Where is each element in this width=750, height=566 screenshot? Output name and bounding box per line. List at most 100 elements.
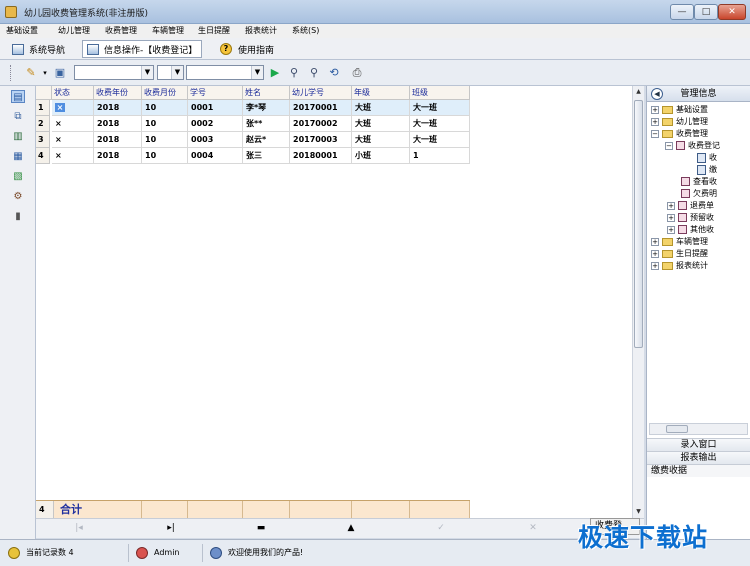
column-header-name[interactable]: 姓名 bbox=[243, 86, 290, 100]
menu-vehicle-management[interactable]: 车辆管理 bbox=[152, 25, 184, 36]
class-cell[interactable]: 大一班 bbox=[410, 100, 470, 116]
refresh-icon[interactable]: ⟲ bbox=[327, 66, 341, 80]
cancel-record-icon[interactable]: ✕ bbox=[526, 522, 540, 535]
column-header-grade[interactable]: 年级 bbox=[352, 86, 410, 100]
first-record-icon[interactable]: |◂ bbox=[72, 522, 86, 535]
year-cell[interactable]: 2018 bbox=[94, 116, 142, 132]
name-cell[interactable]: 李*琴 bbox=[243, 100, 290, 116]
status-cell[interactable]: × bbox=[52, 148, 94, 164]
tree-node-birthday-reminder[interactable]: + 生日提醒 bbox=[651, 248, 708, 260]
last-record-icon[interactable]: ▸| bbox=[164, 522, 178, 535]
menu-child-management[interactable]: 幼儿管理 bbox=[58, 25, 90, 36]
menu-basic-settings[interactable]: 基础设置 bbox=[6, 25, 38, 36]
column-header-status[interactable]: 状态 bbox=[52, 86, 94, 100]
month-cell[interactable]: 10 bbox=[142, 148, 188, 164]
child-id-cell[interactable]: 20180001 bbox=[290, 148, 352, 164]
tree-node-report-stats[interactable]: + 报表统计 bbox=[651, 260, 708, 272]
tools-icon[interactable]: ⚙ bbox=[11, 190, 25, 203]
month-cell[interactable]: 10 bbox=[142, 132, 188, 148]
name-cell[interactable]: 张** bbox=[243, 116, 290, 132]
filter-combo-2[interactable]: ▼ bbox=[157, 65, 184, 80]
column-header-month[interactable]: 收费月份 bbox=[142, 86, 188, 100]
tree-node-receipt[interactable]: 收 bbox=[697, 152, 717, 164]
report-output-button[interactable]: 报表输出 bbox=[647, 451, 750, 464]
grid-view-icon[interactable]: ▤ bbox=[11, 90, 25, 103]
close-button[interactable]: ✕ bbox=[718, 4, 746, 20]
child-id-cell[interactable]: 20170001 bbox=[290, 100, 352, 116]
tab-info-operation[interactable]: 信息操作-【收费登记】 bbox=[82, 40, 203, 58]
maximize-button[interactable]: □ bbox=[694, 4, 718, 20]
grid-vertical-scrollbar[interactable]: ▲ ▼ bbox=[632, 86, 644, 518]
tree-horizontal-scrollbar[interactable] bbox=[649, 423, 748, 435]
play-icon[interactable]: ▶ bbox=[268, 66, 282, 80]
preview-icon[interactable]: ▣ bbox=[53, 66, 67, 80]
column-header-child-id[interactable]: 幼儿学号 bbox=[290, 86, 352, 100]
book-icon[interactable]: ▥ bbox=[11, 130, 25, 143]
help-guide-button[interactable]: ? 使用指南 bbox=[220, 40, 274, 58]
chart-icon[interactable]: ▧ bbox=[11, 170, 25, 183]
filter-combo-3[interactable]: ▼ bbox=[186, 65, 264, 80]
name-cell[interactable]: 张三 bbox=[243, 148, 290, 164]
child-id-cell[interactable]: 20170002 bbox=[290, 116, 352, 132]
student-id-cell[interactable]: 0002 bbox=[188, 116, 243, 132]
scroll-down-icon[interactable]: ▼ bbox=[633, 506, 644, 518]
status-cell[interactable]: × bbox=[52, 116, 94, 132]
month-cell[interactable]: 10 bbox=[142, 100, 188, 116]
tree-node-vehicle-management[interactable]: + 车辆管理 bbox=[651, 236, 708, 248]
year-cell[interactable]: 2018 bbox=[94, 132, 142, 148]
column-header-year[interactable]: 收费年份 bbox=[94, 86, 142, 100]
tree-node-arrears[interactable]: 欠费明 bbox=[681, 188, 717, 200]
menu-system[interactable]: 系统(S) bbox=[292, 25, 319, 36]
tree-icon[interactable]: ⧉ bbox=[11, 110, 25, 123]
class-cell[interactable]: 大一班 bbox=[410, 116, 470, 132]
class-cell[interactable]: 大一班 bbox=[410, 132, 470, 148]
grade-cell[interactable]: 大班 bbox=[352, 132, 410, 148]
scrollbar-thumb[interactable] bbox=[666, 425, 688, 433]
tree-node-view-fees[interactable]: 查看收 bbox=[681, 176, 717, 188]
scrollbar-thumb[interactable] bbox=[634, 100, 643, 348]
tree-node-fee-registration[interactable]: − 收费登记 bbox=[665, 140, 720, 152]
entry-window-button[interactable]: 录入窗口 bbox=[647, 438, 750, 451]
tree-node-fee-management[interactable]: − 收费管理 bbox=[651, 128, 708, 140]
tree-node-basic-settings[interactable]: + 基础设置 bbox=[651, 104, 708, 116]
student-id-cell[interactable]: 0001 bbox=[188, 100, 243, 116]
class-cell[interactable]: 1 bbox=[410, 148, 470, 164]
search-icon[interactable]: ⚲ bbox=[287, 66, 301, 80]
toolbar-grip[interactable] bbox=[10, 65, 13, 81]
name-cell[interactable]: 赵云* bbox=[243, 132, 290, 148]
student-id-cell[interactable]: 0004 bbox=[188, 148, 243, 164]
row-header[interactable]: 1 ▸ bbox=[36, 100, 50, 127]
grade-cell[interactable]: 大班 bbox=[352, 100, 410, 116]
document-icon[interactable]: ▦ bbox=[11, 150, 25, 163]
menu-fee-management[interactable]: 收费管理 bbox=[105, 25, 137, 36]
grade-cell[interactable]: 小班 bbox=[352, 148, 410, 164]
pencil-icon[interactable]: ✎ bbox=[24, 66, 38, 80]
up-record-icon[interactable]: ▲ bbox=[344, 522, 358, 535]
year-cell[interactable]: 2018 bbox=[94, 148, 142, 164]
tree-node-other-fees[interactable]: + 其他收 bbox=[667, 224, 714, 236]
edit-record-icon[interactable]: ✓ bbox=[434, 522, 448, 535]
tree-node-reserved-fees[interactable]: + 预留收 bbox=[667, 212, 714, 224]
year-cell[interactable]: 2018 bbox=[94, 100, 142, 116]
column-header-class[interactable]: 班级 bbox=[410, 86, 470, 100]
status-cell[interactable]: × bbox=[52, 132, 94, 148]
dropdown-arrow-icon[interactable]: ▾ bbox=[38, 66, 52, 80]
print-icon[interactable]: ⎙ bbox=[350, 66, 364, 80]
tree-node-child-management[interactable]: + 幼儿管理 bbox=[651, 116, 708, 128]
delete-record-icon[interactable]: ▬ bbox=[254, 522, 268, 535]
trash-icon[interactable]: ▮ bbox=[11, 210, 25, 223]
back-icon[interactable]: ◀ bbox=[651, 88, 663, 100]
menu-report-stats[interactable]: 报表统计 bbox=[245, 25, 277, 36]
child-id-cell[interactable]: 20170003 bbox=[290, 132, 352, 148]
tree-node-payment[interactable]: 缴 bbox=[697, 164, 717, 176]
month-cell[interactable]: 10 bbox=[142, 116, 188, 132]
minimize-button[interactable]: — bbox=[670, 4, 694, 20]
menu-birthday-reminder[interactable]: 生日提醒 bbox=[198, 25, 230, 36]
search-next-icon[interactable]: ⚲ bbox=[307, 66, 321, 80]
scroll-up-icon[interactable]: ▲ bbox=[633, 86, 644, 98]
status-cell[interactable]: × bbox=[52, 100, 94, 116]
column-header-student-id[interactable]: 学号 bbox=[188, 86, 243, 100]
row-header[interactable]: 2 bbox=[36, 116, 50, 132]
tree-node-refund[interactable]: + 退费单 bbox=[667, 200, 714, 212]
filter-combo-1[interactable]: ▼ bbox=[74, 65, 154, 80]
